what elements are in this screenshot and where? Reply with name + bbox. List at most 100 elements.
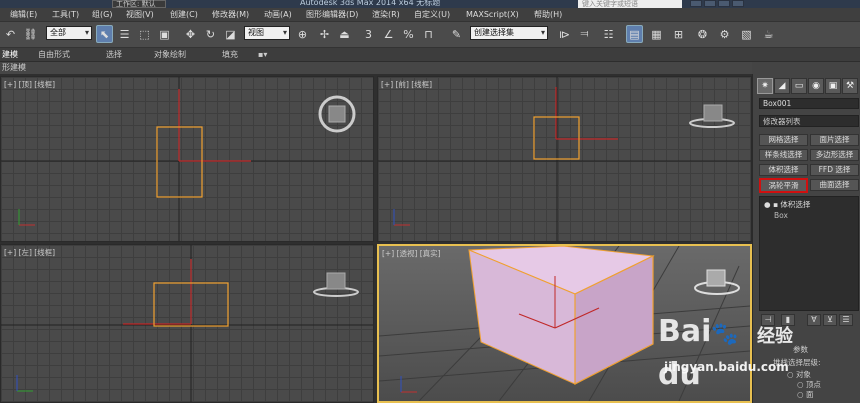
move-icon[interactable]: ✥ [182,25,199,43]
rendered-frame-icon[interactable]: ▧ [738,25,755,43]
rotate-icon[interactable]: ↻ [202,25,219,43]
menu-graph-editors[interactable]: 图形编辑器(D) [306,9,358,21]
keyboard-shortcut-icon[interactable]: ⏏ [336,25,353,43]
ribbon-options-button[interactable]: ▪▾ [258,49,267,61]
help-icon[interactable] [732,0,744,7]
mirror-icon[interactable]: ⧐ [556,25,573,43]
command-panel: ✷ ◢ ▭ ◉ ▣ ⚒ Box001 修改器列表 网格选择 面片选择 样条线选择… [752,74,860,403]
ribbon-tab-freeform[interactable]: 自由形式 [38,49,70,61]
remove-modifier-icon[interactable]: ⊻ [823,314,837,326]
mesh-select-button[interactable]: 网格选择 [759,134,808,146]
paw-icon: 🐾 [711,322,739,347]
menu-maxscript[interactable]: MAXScript(X) [466,9,519,21]
undo-icon[interactable]: ↶ [2,25,19,43]
baidu-logo: Bai🐾du [658,312,758,392]
viewport-front[interactable]: [+] [前] [线框] [377,76,752,242]
ribbon-tab-modeling[interactable]: 建模 [2,49,18,61]
curve-editor-icon[interactable]: ▦ [648,25,665,43]
rollout-params-title[interactable]: 参数 [793,344,808,355]
reference-coord-dropdown[interactable]: 视图 [244,26,290,40]
selection-filter-dropdown[interactable]: 全部 [46,26,92,40]
radio-face-label: 面 [805,390,814,399]
spline-select-button[interactable]: 样条线选择 [759,149,808,161]
align-icon[interactable]: ⫤ [576,25,593,43]
modifier-list-dropdown[interactable]: 修改器列表 [759,115,859,127]
render-setup-icon[interactable]: ⚙ [716,25,733,43]
motion-tab-icon[interactable]: ◉ [808,78,824,94]
menu-views[interactable]: 视图(V) [126,9,154,21]
ribbon-tab-selection[interactable]: 选择 [106,49,122,61]
expand-icon[interactable]: ▪ [773,200,778,209]
select-object-icon[interactable]: ⬉ [96,25,113,43]
configure-sets-icon[interactable]: ☰ [839,314,853,326]
ribbon-panel-title: 形建模 [0,62,752,74]
menu-create[interactable]: 创建(C) [170,9,198,21]
menu-rendering[interactable]: 渲染(R) [372,9,400,21]
main-toolbar: ↶ ⛓ 全部 ⬉ ☰ ⬚ ▣ ✥ ↻ ◪ 视图 ⊕ ✢ ⏏ 3 ∠ % ⊓ ✎ … [0,22,860,48]
menu-edit[interactable]: 编辑(E) [10,9,37,21]
hierarchy-tab-icon[interactable]: ▭ [791,78,807,94]
search-icon[interactable] [690,0,702,7]
infocenter-icon[interactable] [704,0,716,7]
baidu-jingyan-text: 经验 [757,326,793,347]
turbosmooth-button[interactable]: 涡轮平滑 [759,178,808,193]
select-by-name-icon[interactable]: ☰ [116,25,133,43]
create-tab-icon[interactable]: ✷ [757,78,773,94]
radio-object-label: 对象 [795,370,811,379]
radio-vertex-label: 顶点 [805,380,821,389]
rect-selection-icon[interactable]: ⬚ [136,25,153,43]
vol-select-button[interactable]: 体积选择 [759,164,808,176]
menu-tools[interactable]: 工具(T) [52,9,79,21]
graphite-toggle-icon[interactable]: ▤ [626,25,643,43]
object-name-field[interactable]: Box001 [759,98,859,109]
baidu-brand: Bai [658,314,712,349]
percent-snap-icon[interactable]: % [400,25,417,43]
viewport-top[interactable]: [+] [顶] [线框] [0,76,374,242]
ribbon-tabs: 建模 自由形式 选择 对象绘制 填充 ▪▾ [0,48,860,62]
make-unique-icon[interactable]: ∀ [807,314,821,326]
display-tab-icon[interactable]: ▣ [825,78,841,94]
stack-item-box[interactable]: Box [774,211,788,220]
poly-select-button[interactable]: 多边形选择 [810,149,859,161]
pivot-icon[interactable]: ⊕ [294,25,311,43]
schematic-view-icon[interactable]: ⊞ [670,25,687,43]
edit-named-selection-icon[interactable]: ✎ [448,25,465,43]
surface-select-button[interactable]: 曲面选择 [810,179,859,191]
layer-manager-icon[interactable]: ☷ [600,25,617,43]
ribbon-tab-populate[interactable]: 填充 [222,49,238,61]
link-icon[interactable]: ⛓ [22,25,39,43]
favorites-icon[interactable] [718,0,730,7]
stack-item-volselect[interactable]: ● ▪ 体积选择 [764,199,810,210]
search-input[interactable]: 键入关键字或短语 [578,0,682,8]
window-crossing-icon[interactable]: ▣ [156,25,173,43]
angle-snap-icon[interactable]: ∠ [380,25,397,43]
viewport-area: [+] [顶] [线框] [+] [前] [线框] [+] [左] [线框] [… [0,74,752,403]
menu-customize[interactable]: 自定义(U) [414,9,450,21]
ribbon-tab-object-paint[interactable]: 对象绘制 [154,49,186,61]
select-manipulate-icon[interactable]: ✢ [316,25,333,43]
stack-item-label: 体积选择 [780,200,811,209]
viewport-top-drawing [1,77,373,241]
viewport-left-drawing [1,245,373,402]
modify-tab-icon[interactable]: ◢ [774,78,790,94]
snap-toggle-icon[interactable]: 3 [360,25,377,43]
baidu-url: jingyan.baidu.com [664,360,789,374]
lightbulb-icon[interactable]: ● [764,200,771,209]
patch-select-button[interactable]: 面片选择 [810,134,859,146]
named-selection-dropdown[interactable]: 创建选择集 [470,26,548,40]
material-editor-icon[interactable]: ❂ [694,25,711,43]
workspace-dropdown[interactable]: 工作区: 默认 [112,0,166,8]
spinner-snap-icon[interactable]: ⊓ [420,25,437,43]
scale-icon[interactable]: ◪ [222,25,239,43]
modifier-stack[interactable]: ● ▪ 体积选择 Box [759,196,859,311]
menu-modifiers[interactable]: 修改器(M) [212,9,249,21]
ffd-select-button[interactable]: FFD 选择 [810,164,859,176]
menu-animation[interactable]: 动画(A) [264,9,292,21]
radio-face[interactable]: ○ 面 [797,389,813,400]
menu-group[interactable]: 组(G) [92,9,112,21]
render-production-icon[interactable]: ☕ [760,25,777,43]
viewport-left[interactable]: [+] [左] [线框] [0,244,374,403]
viewport-front-drawing [378,77,751,241]
menu-help[interactable]: 帮助(H) [534,9,562,21]
utilities-tab-icon[interactable]: ⚒ [842,78,858,94]
